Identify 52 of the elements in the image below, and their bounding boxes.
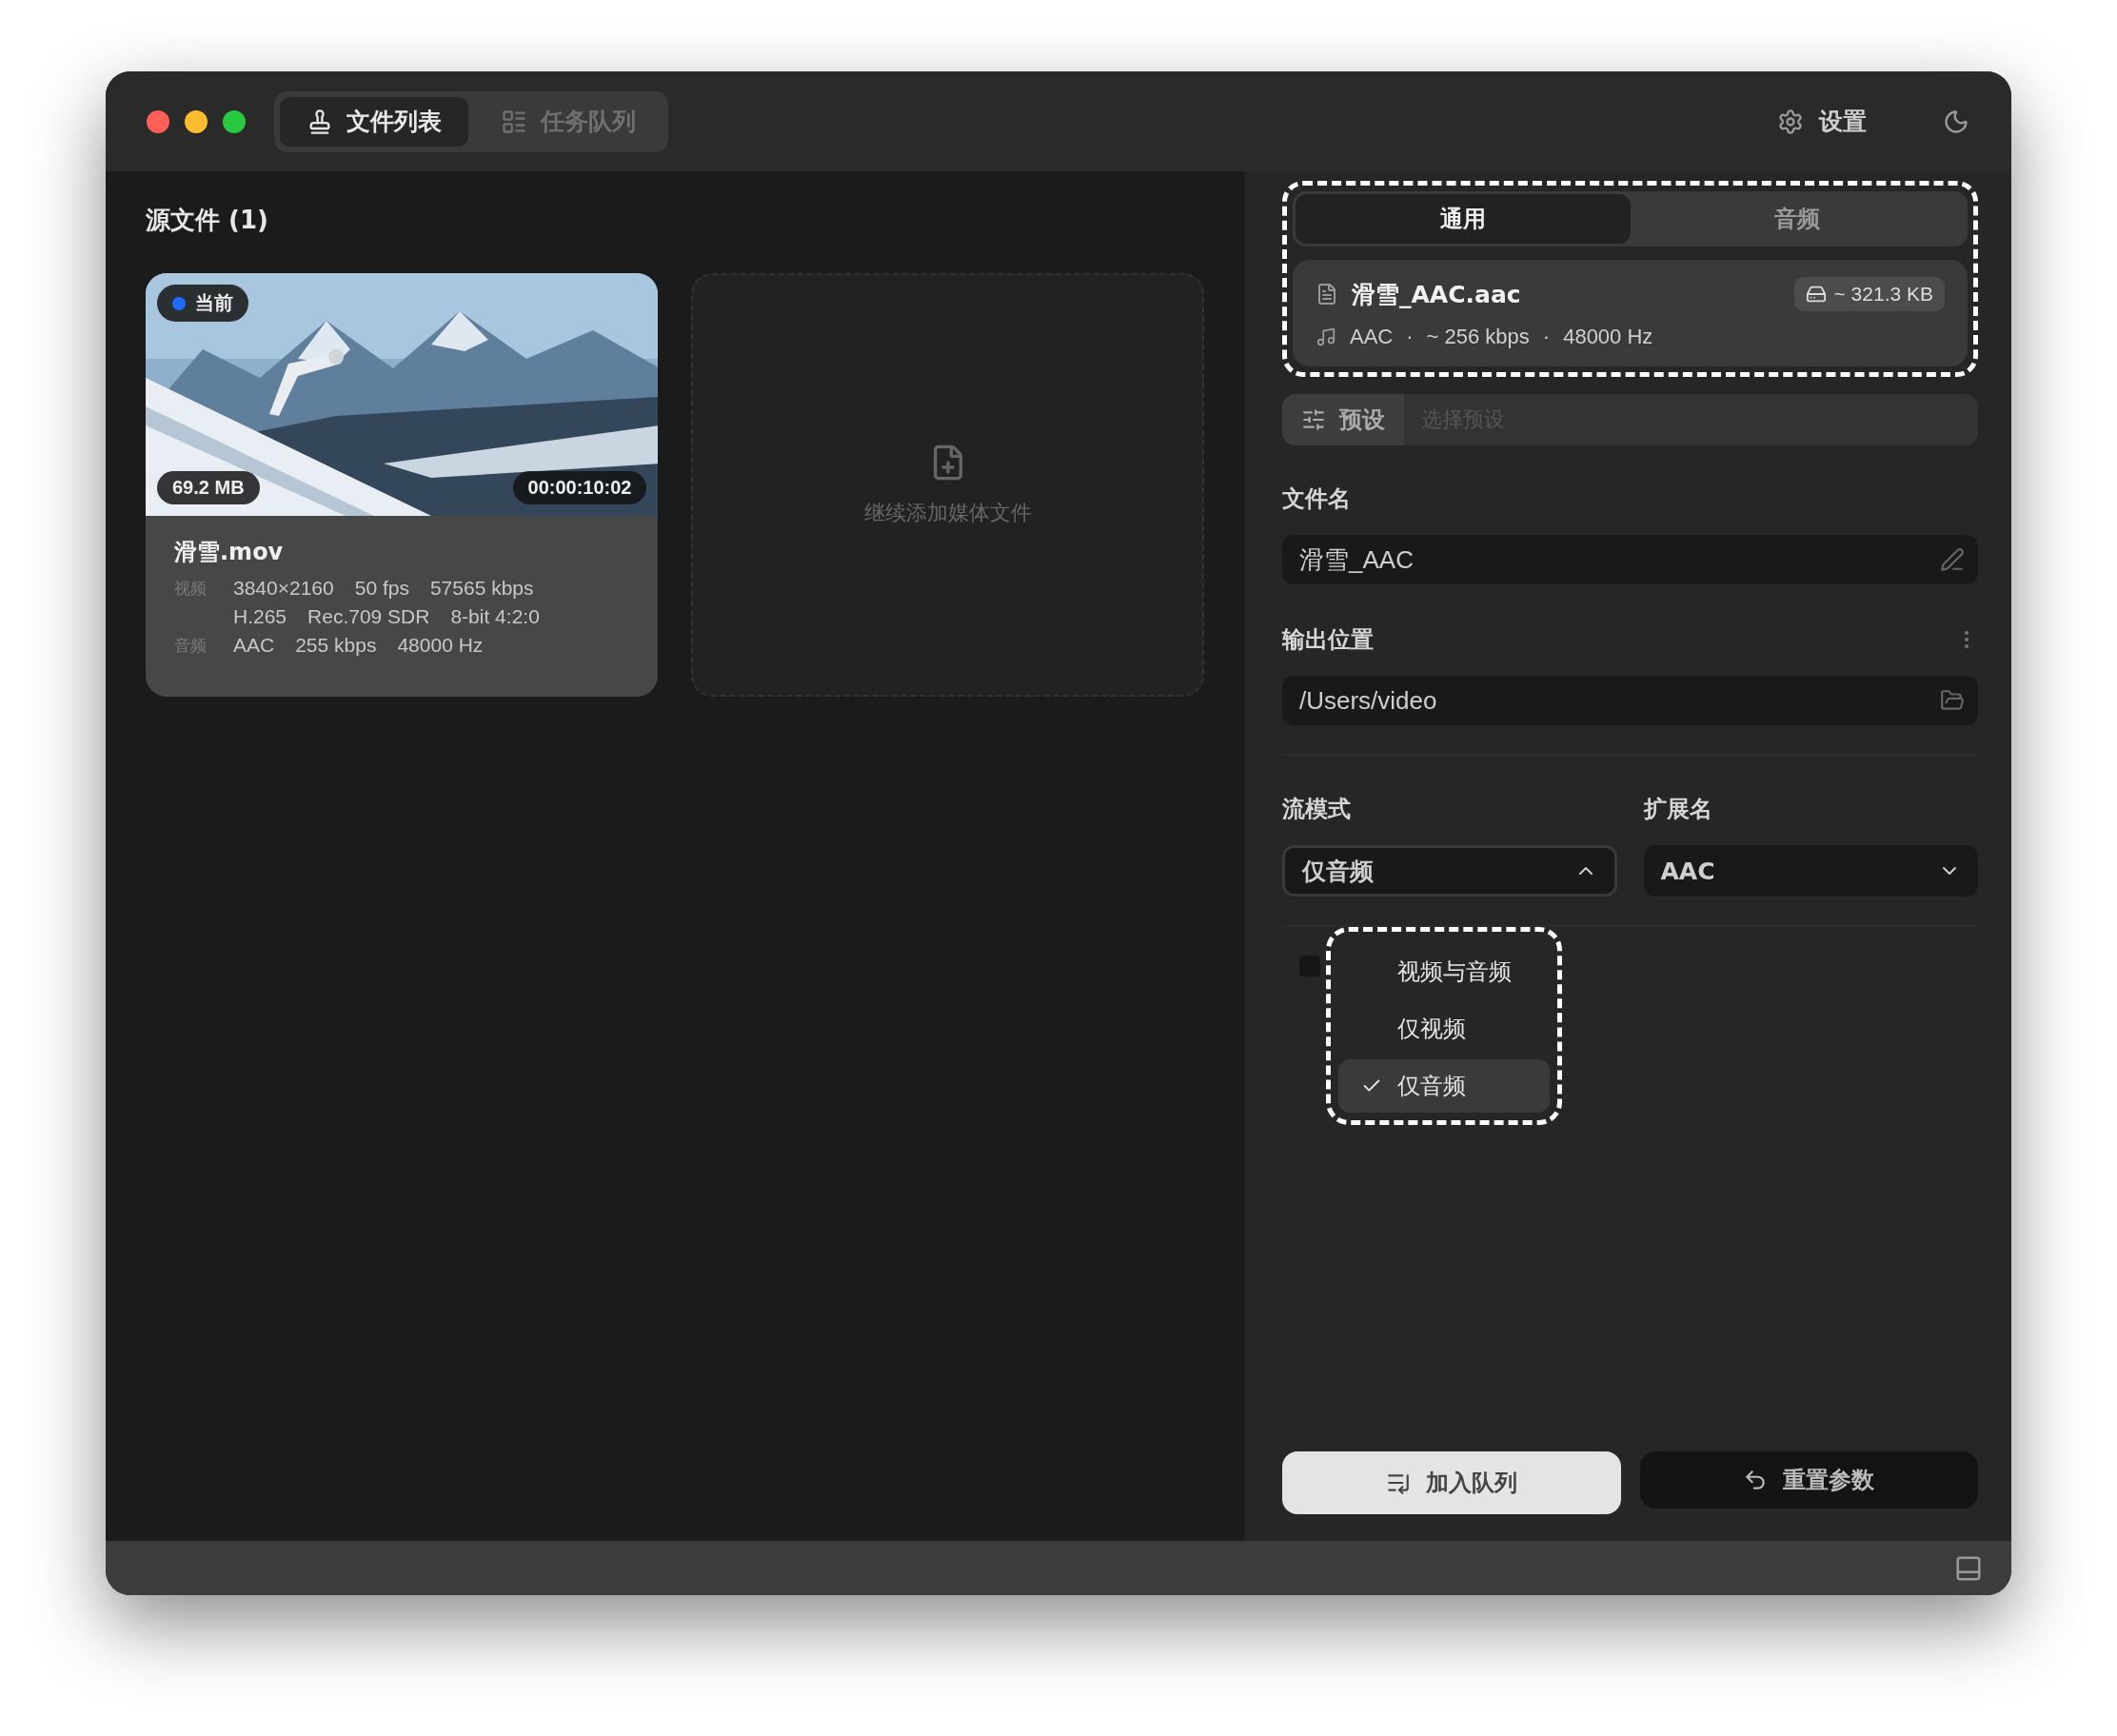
folder-icon xyxy=(1940,688,1965,713)
separator-dot: · xyxy=(1406,325,1414,349)
section-title: 源文件 (1) xyxy=(146,205,269,236)
moon-icon xyxy=(1943,108,1969,135)
settings-tab[interactable]: 通用 xyxy=(1296,194,1631,244)
sliders-icon xyxy=(1301,407,1326,432)
stream-mode-select[interactable]: 仅音频 xyxy=(1282,845,1617,897)
separator-dot: · xyxy=(1542,325,1551,349)
settings-icon xyxy=(1777,108,1804,135)
audio-spec: ~ 256 kbps xyxy=(1426,325,1530,349)
menu-option[interactable]: 视频与音频 xyxy=(1338,945,1550,998)
field-label: 文件名 xyxy=(1282,484,1352,514)
drive-icon xyxy=(1805,284,1827,305)
field-label: 扩展名 xyxy=(1643,795,1713,824)
audio-spec: AAC xyxy=(1350,325,1394,349)
menu-option[interactable]: 仅音频 xyxy=(1338,1059,1550,1113)
field-label: 流模式 xyxy=(1282,795,1352,824)
extension-select[interactable]: AAC xyxy=(1643,845,1978,897)
music-icon xyxy=(1316,326,1336,347)
audio-spec: AAC xyxy=(233,634,275,657)
video-spec: 50 fps xyxy=(354,577,409,600)
document-icon xyxy=(1316,283,1338,306)
audio-spec: 255 kbps xyxy=(295,634,377,657)
audio-spec: 48000 Hz xyxy=(397,634,484,657)
file-size: 69.2 MB xyxy=(157,471,260,504)
video-spec: 8-bit 4:2:0 xyxy=(450,605,540,628)
pencil-icon xyxy=(1940,547,1965,572)
video-spec: Rec.709 SDR xyxy=(307,605,430,628)
add-to-queue-button[interactable]: 加入队列 xyxy=(1282,1451,1621,1514)
status-dot xyxy=(172,296,186,310)
field-label: 输出位置 xyxy=(1282,625,1374,655)
menu-option[interactable]: 仅视频 xyxy=(1338,1002,1550,1055)
settings-tab[interactable]: 音频 xyxy=(1630,194,1965,244)
video-spec: H.265 xyxy=(233,605,287,628)
audio-spec: 48000 Hz xyxy=(1563,325,1653,349)
location-field[interactable]: /Users/video xyxy=(1282,676,1978,725)
filename-field[interactable]: 滑雪_AAC xyxy=(1282,535,1978,584)
video-spec: 3840×2160 xyxy=(233,577,334,600)
file-name: 滑雪.mov xyxy=(174,538,285,567)
reset-button[interactable]: 重置参数 xyxy=(1639,1451,1978,1509)
view-tab[interactable]: 文件列表 xyxy=(280,96,468,147)
minimize-button[interactable] xyxy=(185,109,208,133)
duration: 00:00:10:02 xyxy=(512,471,647,504)
preset-button[interactable]: 预设 xyxy=(1282,394,1404,445)
size-badge: ~ 321.3 KB xyxy=(1793,277,1945,311)
current-badge: 当前 xyxy=(157,285,248,322)
video-spec: 57565 kbps xyxy=(429,577,534,600)
output-file-name: 滑雪_AAC.aac xyxy=(1352,279,1522,310)
zoom-button[interactable] xyxy=(223,109,246,133)
list-icon xyxy=(501,108,527,135)
close-button[interactable] xyxy=(147,109,169,133)
settings-button[interactable]: 设置 xyxy=(1771,105,1872,138)
